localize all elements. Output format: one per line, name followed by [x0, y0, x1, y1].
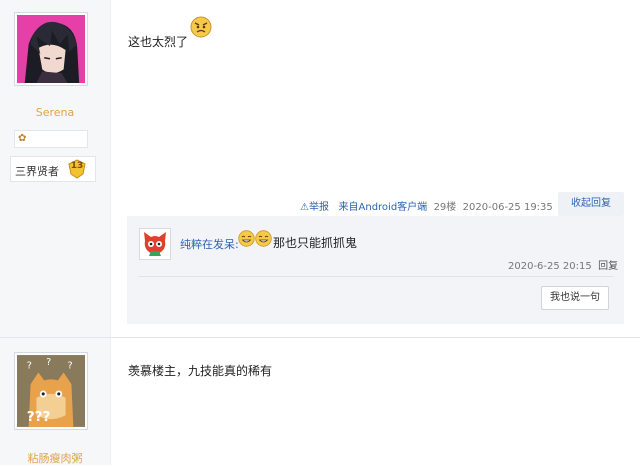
post-time: 2020-06-25 19:35: [462, 202, 553, 213]
reply-text: 那也只能抓抓鬼: [273, 236, 358, 250]
anime-boy-avatar-icon: [17, 15, 85, 83]
warning-icon: ⚠: [300, 202, 309, 213]
svg-text:?: ?: [68, 361, 73, 372]
author-avatar[interactable]: [14, 12, 88, 86]
reply-avatar[interactable]: [139, 228, 171, 260]
collapse-replies-button[interactable]: 收起回复: [558, 192, 624, 216]
post-content: 这也太烈了: [128, 35, 189, 49]
reply-time: 2020-6-25 20:15: [508, 261, 592, 272]
author-avatar[interactable]: ? ? ? ???: [14, 352, 88, 430]
bear-badge-icon: ✿: [18, 133, 27, 144]
svg-text:?: ?: [46, 357, 51, 368]
confused-cat-avatar-icon: ? ? ? ???: [17, 355, 85, 427]
report-link[interactable]: 举报: [309, 202, 329, 213]
reply-link[interactable]: 回复: [598, 261, 618, 272]
reply-meta: 2020-6-25 20:15 回复: [508, 257, 618, 272]
angry-face-emoji-icon: [190, 16, 212, 38]
client-link[interactable]: 来自Android客户端: [339, 202, 428, 213]
say-something-button[interactable]: 我也说一句: [541, 286, 609, 310]
post-meta: ⚠举报 来自Android客户端 29楼 2020-06-25 19:35: [300, 198, 553, 213]
author-name[interactable]: Serena: [0, 106, 110, 119]
post-content: 羡慕楼主，九技能真的稀有: [128, 364, 273, 378]
svg-text:?: ?: [27, 361, 32, 372]
client-source: 来自Android客户端: [335, 202, 430, 213]
level-shield-icon: 13: [67, 159, 87, 179]
svg-text:???: ???: [27, 409, 51, 425]
grin-face-emoji-icon: [255, 230, 272, 247]
level-number: 13: [70, 161, 84, 171]
floor-number: 29楼: [433, 202, 457, 213]
post-divider: [0, 337, 640, 338]
level-title: 三界贤者: [15, 165, 59, 178]
level-badge[interactable]: 三界贤者 13: [10, 156, 96, 182]
reply-username[interactable]: 纯粹在发呆:: [180, 236, 239, 252]
badge-box: ✿: [14, 130, 88, 148]
reply-separator: [138, 276, 614, 277]
author-name[interactable]: 粘肠瘦肉粥: [0, 450, 110, 466]
red-cat-avatar-icon: [140, 229, 170, 259]
grin-face-emoji-icon: [238, 230, 255, 247]
